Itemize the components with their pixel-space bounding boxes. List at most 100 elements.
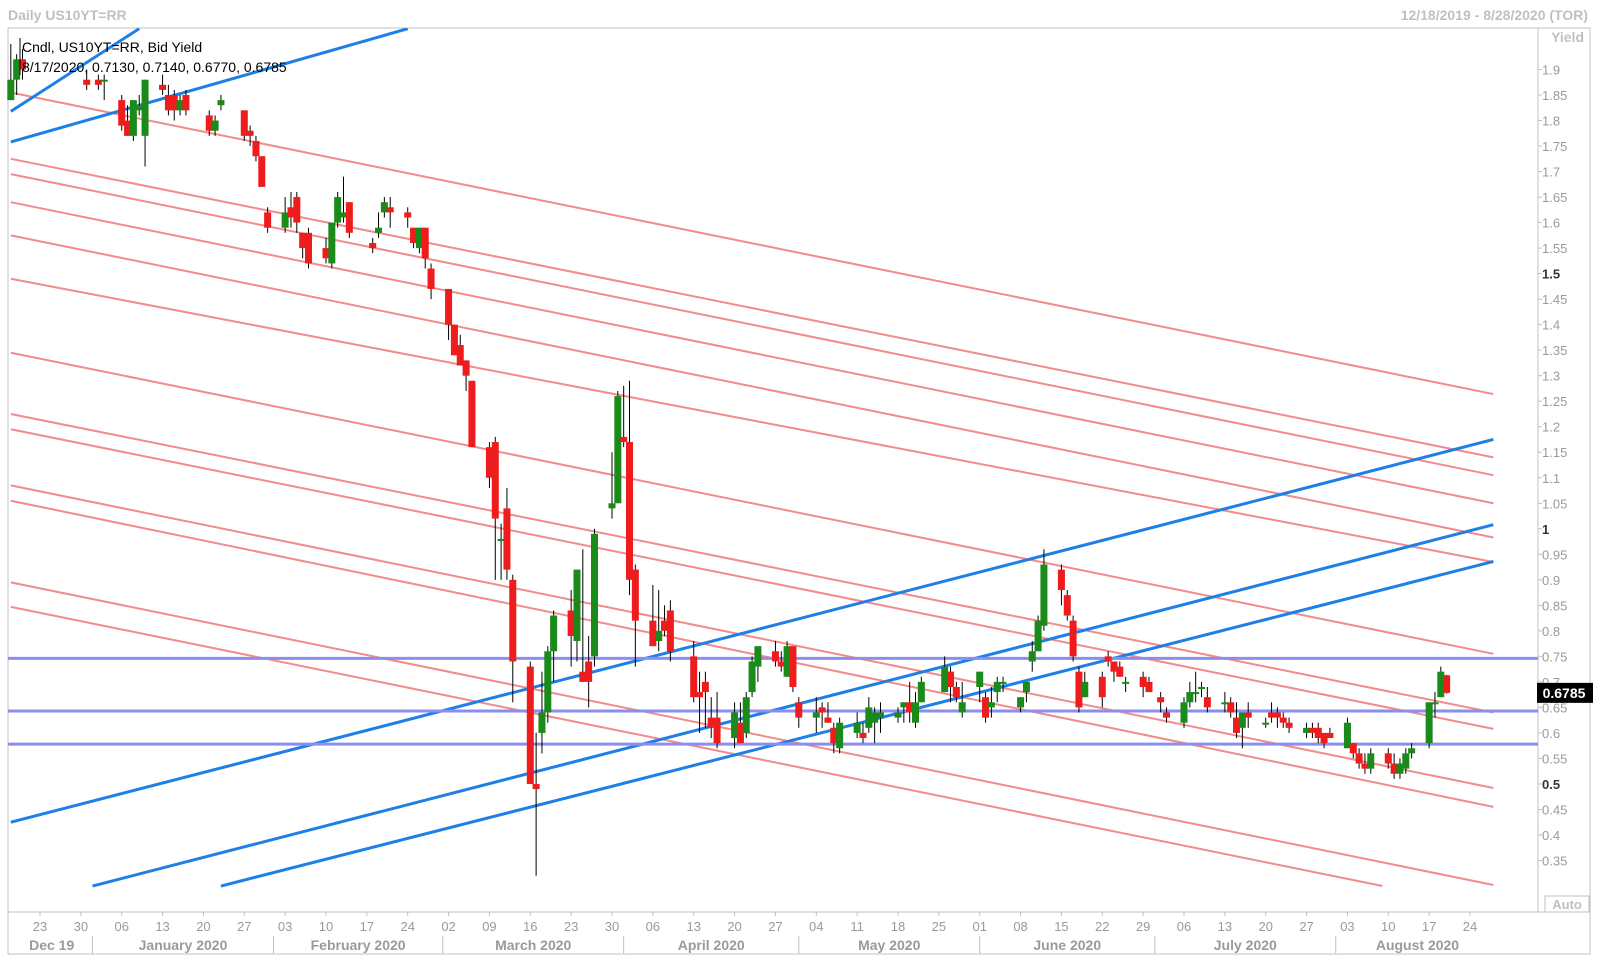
x-tick-label: 24 — [1463, 919, 1477, 934]
candle-body — [1279, 717, 1287, 723]
y-tick-label: 0.85 — [1542, 598, 1567, 613]
x-tick-label: 13 — [686, 919, 700, 934]
candle-body — [1425, 702, 1433, 744]
candlestick-chart: Daily US10YT=RR 12/18/2019 - 8/28/2020 (… — [7, 7, 1593, 955]
candle-body — [876, 712, 884, 718]
candle-body — [445, 288, 453, 325]
y-tick-label: 1 — [1542, 522, 1549, 537]
candle-body — [503, 508, 511, 570]
x-tick-label: 08 — [1013, 919, 1027, 934]
candle-body — [824, 717, 832, 723]
candle-body — [293, 197, 301, 223]
y-tick-label: 1.85 — [1542, 88, 1567, 103]
x-tick-label: 25 — [932, 919, 946, 934]
candle-body — [999, 681, 1007, 684]
candle-body — [976, 671, 984, 687]
candle-body — [246, 130, 254, 136]
candle-body — [947, 671, 955, 687]
x-tick-label: 01 — [972, 919, 986, 934]
candle — [614, 391, 622, 504]
candle-body — [491, 442, 499, 519]
y-tick-label: 1.65 — [1542, 190, 1567, 205]
candle-body — [1162, 712, 1170, 718]
x-tick-label: 13 — [1218, 919, 1232, 934]
y-tick-label: 1.4 — [1542, 318, 1560, 333]
candle-body — [1402, 753, 1410, 769]
candle-body — [894, 712, 902, 718]
x-tick-label: 23 — [33, 919, 47, 934]
x-tick-label: 02 — [441, 919, 455, 934]
candle-body — [526, 666, 534, 784]
candle — [590, 528, 598, 667]
candle-body — [83, 79, 91, 85]
plot-area[interactable] — [7, 27, 1539, 913]
candle-body — [1057, 569, 1065, 591]
x-tick-label: 06 — [646, 919, 660, 934]
candle-body — [100, 79, 108, 82]
x-tick-label: 17 — [360, 919, 374, 934]
x-tick-label: 03 — [1340, 919, 1354, 934]
candle — [836, 717, 844, 754]
month-label: February 2020 — [311, 937, 406, 953]
x-tick-label: 11 — [850, 919, 864, 934]
candle-body — [1355, 753, 1363, 764]
candle-body — [1367, 753, 1375, 769]
month-label: August 2020 — [1376, 937, 1459, 953]
candle — [258, 156, 266, 187]
candle-body — [1384, 753, 1392, 764]
x-tick-label: 17 — [1422, 919, 1436, 934]
x-tick-label: 23 — [564, 919, 578, 934]
candle — [789, 646, 797, 693]
y-tick-label: 1.6 — [1542, 216, 1560, 231]
candle-body — [742, 697, 750, 733]
y-tick-label: 1.75 — [1542, 139, 1567, 154]
candle-body — [404, 212, 412, 218]
candle-body — [334, 197, 342, 223]
x-tick-label: 27 — [237, 919, 251, 934]
x-tick-label: 09 — [482, 919, 496, 934]
candle-body — [1198, 686, 1206, 689]
candle-body — [159, 84, 167, 90]
candle-body — [1180, 702, 1188, 723]
candle-body — [836, 722, 844, 749]
y-tick-label: 0.5 — [1542, 777, 1560, 792]
y-axis-title: Yield — [1551, 29, 1584, 45]
candle-body — [1063, 595, 1071, 616]
y-tick-label: 1.45 — [1542, 292, 1567, 307]
y-tick-label: 1.35 — [1542, 343, 1567, 358]
candle-body — [666, 610, 674, 652]
candle — [526, 661, 534, 784]
candle — [304, 227, 312, 269]
candle-body — [789, 646, 797, 687]
candle-body — [771, 651, 779, 662]
candle-body — [987, 702, 995, 708]
candle — [1425, 702, 1433, 749]
candle-body — [369, 243, 377, 249]
candle — [742, 692, 750, 739]
candle-body — [1273, 712, 1281, 718]
y-tick-label: 0.4 — [1542, 828, 1560, 843]
candle-body — [812, 712, 820, 718]
x-tick-label: 16 — [523, 919, 537, 934]
x-tick-label: 20 — [1258, 919, 1272, 934]
legend-values: 8/17/2020, 0.7130, 0.7140, 0.6770, 0.678… — [22, 59, 287, 75]
candle-body — [1408, 748, 1416, 754]
y-tick-label: 0.45 — [1542, 802, 1567, 817]
candle-body — [544, 651, 552, 713]
candle-body — [795, 702, 803, 718]
candle — [1443, 674, 1451, 694]
month-label: January 2020 — [139, 937, 228, 953]
x-tick-label: 29 — [1136, 919, 1150, 934]
candle-body — [754, 646, 762, 667]
candle-body — [141, 79, 149, 136]
candle-body — [550, 615, 558, 652]
candle-body — [1262, 722, 1270, 725]
candle-body — [585, 661, 593, 682]
x-tick-label: 30 — [605, 919, 619, 934]
candle-body — [690, 656, 698, 698]
candle-body — [655, 630, 663, 642]
candle — [544, 646, 552, 723]
legend-series: Cndl, US10YT=RR, Bid Yield — [22, 39, 202, 55]
candle-body — [532, 783, 540, 790]
candle-body — [1040, 564, 1048, 626]
